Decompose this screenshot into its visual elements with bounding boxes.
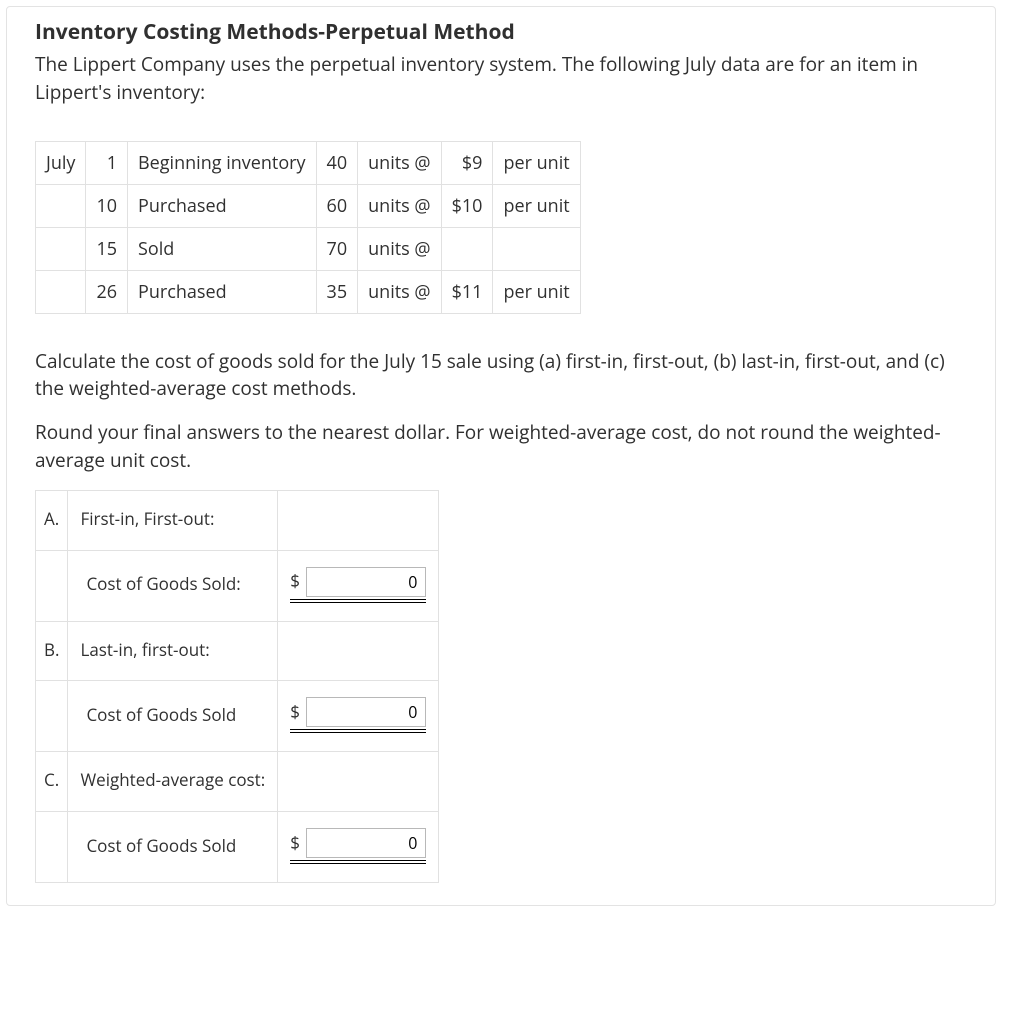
cell-at: units @ (358, 184, 441, 227)
answer-table: A. First-in, First-out: Cost of Goods So… (35, 490, 439, 883)
answer-input-cell: $ (278, 550, 439, 621)
fifo-cogs-input[interactable] (306, 567, 426, 597)
answer-sublabel: Cost of Goods Sold (68, 681, 278, 752)
table-row: 15 Sold 70 units @ (36, 227, 581, 270)
cell-at: units @ (358, 227, 441, 270)
cell-units: 60 (316, 184, 358, 227)
cell-units: 70 (316, 227, 358, 270)
table-row: July 1 Beginning inventory 40 units @ $9… (36, 141, 581, 184)
cell-day: 26 (86, 270, 128, 313)
answer-method-label: First-in, First-out: (68, 491, 278, 551)
answer-method-label: Weighted-average cost: (68, 752, 278, 812)
cell-price: $11 (441, 270, 493, 313)
cell-month: July (36, 141, 86, 184)
lifo-cogs-input[interactable] (306, 697, 426, 727)
cell-desc: Purchased (128, 270, 317, 313)
cell-month (36, 184, 86, 227)
answer-method-label: Last-in, first-out: (68, 621, 278, 681)
answer-row-c-title: C. Weighted-average cost: (36, 752, 439, 812)
table-row: 10 Purchased 60 units @ $10 per unit (36, 184, 581, 227)
currency-symbol: $ (290, 831, 300, 856)
answer-row-a-title: A. First-in, First-out: (36, 491, 439, 551)
input-underline: $ (290, 828, 426, 864)
currency-symbol: $ (290, 700, 300, 725)
answer-letter: B. (36, 621, 68, 681)
answer-sublabel: Cost of Goods Sold (68, 812, 278, 883)
cell-units: 35 (316, 270, 358, 313)
cell-desc: Sold (128, 227, 317, 270)
answer-letter: C. (36, 752, 68, 812)
answer-input-cell: $ (278, 681, 439, 752)
cell-units: 40 (316, 141, 358, 184)
answer-input-cell: $ (278, 812, 439, 883)
cell-month (36, 270, 86, 313)
cell-per: per unit (493, 184, 580, 227)
cell-per: per unit (493, 270, 580, 313)
answer-row-c-input: Cost of Goods Sold $ (36, 812, 439, 883)
cell-price (441, 227, 493, 270)
answer-row-b-input: Cost of Goods Sold $ (36, 681, 439, 752)
answer-input-cell (278, 752, 439, 812)
instruction-2: Round your final answers to the nearest … (35, 419, 967, 474)
cell-price: $9 (441, 141, 493, 184)
cell-day: 15 (86, 227, 128, 270)
cell-at: units @ (358, 141, 441, 184)
answer-input-cell (278, 621, 439, 681)
cell-desc: Beginning inventory (128, 141, 317, 184)
answer-letter: A. (36, 491, 68, 551)
inventory-data-table: July 1 Beginning inventory 40 units @ $9… (35, 141, 581, 314)
answer-input-cell (278, 491, 439, 551)
page-title: Inventory Costing Methods-Perpetual Meth… (35, 17, 967, 47)
cell-price: $10 (441, 184, 493, 227)
instruction-1: Calculate the cost of goods sold for the… (35, 348, 967, 403)
cell-at: units @ (358, 270, 441, 313)
intro-text: The Lippert Company uses the perpetual i… (35, 51, 967, 106)
cell-month (36, 227, 86, 270)
table-row: 26 Purchased 35 units @ $11 per unit (36, 270, 581, 313)
answer-sublabel: Cost of Goods Sold: (68, 550, 278, 621)
currency-symbol: $ (290, 569, 300, 594)
cell-day: 1 (86, 141, 128, 184)
input-underline: $ (290, 567, 426, 603)
cell-per (493, 227, 580, 270)
answer-row-b-title: B. Last-in, first-out: (36, 621, 439, 681)
wavg-cogs-input[interactable] (306, 828, 426, 858)
cell-per: per unit (493, 141, 580, 184)
input-underline: $ (290, 697, 426, 733)
question-card: Inventory Costing Methods-Perpetual Meth… (6, 6, 996, 906)
cell-desc: Purchased (128, 184, 317, 227)
answer-row-a-input: Cost of Goods Sold: $ (36, 550, 439, 621)
cell-day: 10 (86, 184, 128, 227)
